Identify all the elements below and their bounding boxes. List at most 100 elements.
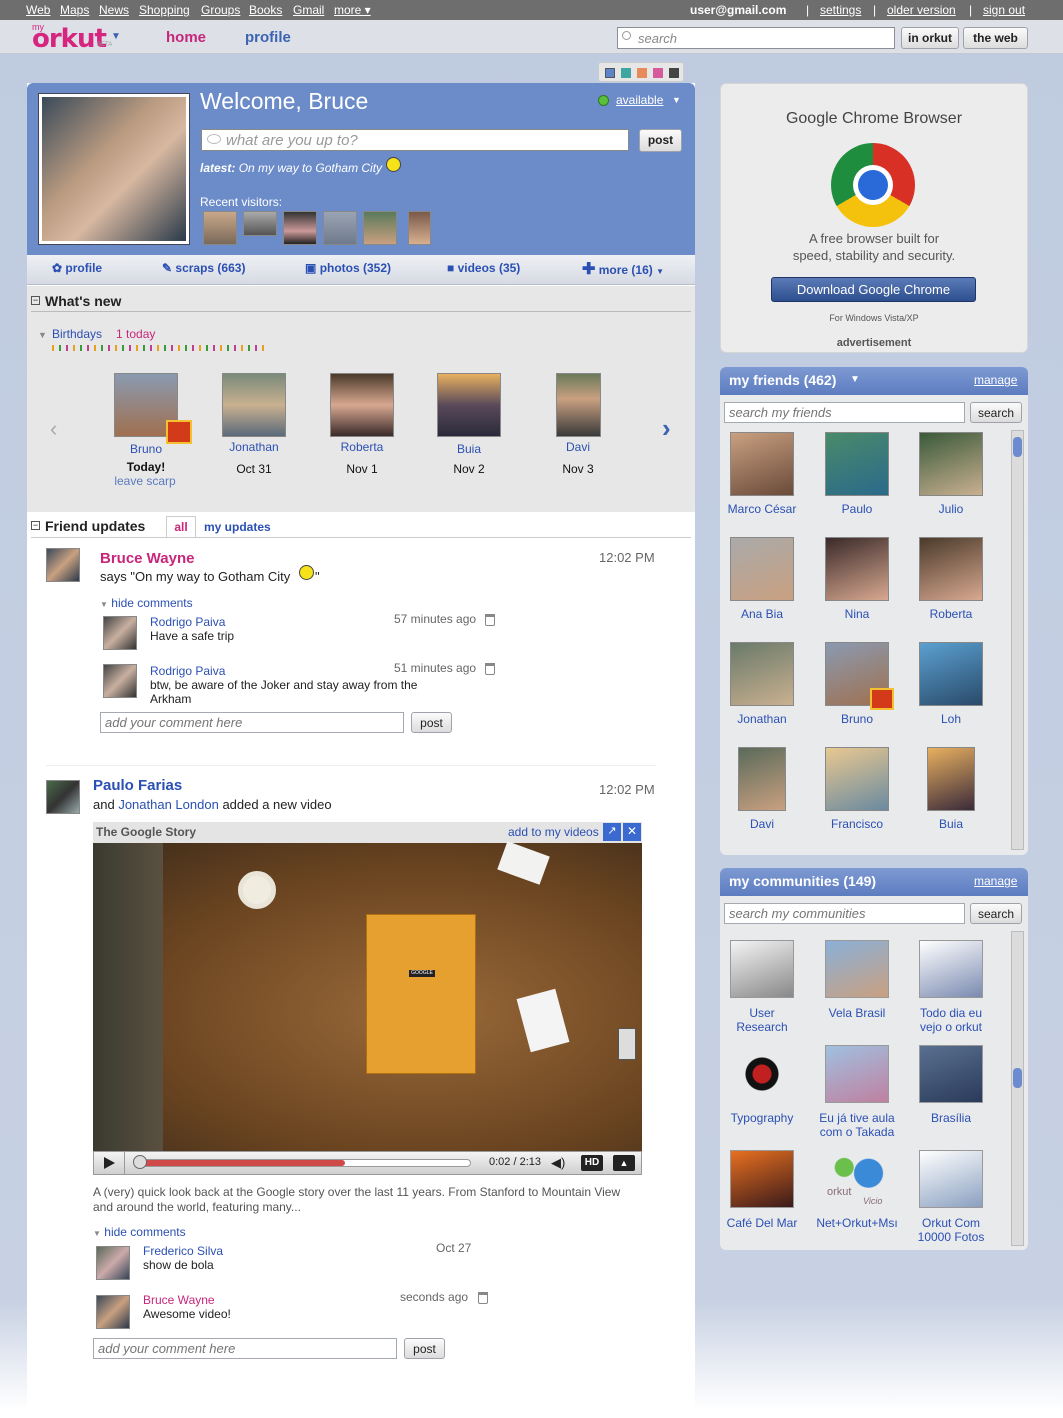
manage-communities-link[interactable]: manage [974, 874, 1017, 888]
logo-menu-icon[interactable]: ▼ [111, 31, 121, 42]
gbar-gmail[interactable]: Gmail [293, 3, 324, 17]
visitor-avatar[interactable] [243, 211, 277, 236]
theme-blue-swatch[interactable] [605, 68, 615, 78]
play-icon[interactable] [104, 1157, 115, 1169]
older-version-link[interactable]: older version [887, 3, 956, 17]
search-communities-input[interactable] [724, 903, 965, 924]
seek-handle[interactable] [133, 1155, 147, 1169]
tab-my-updates[interactable]: my updates [204, 520, 271, 534]
community-photo[interactable] [919, 1045, 983, 1103]
visitor-avatar[interactable] [203, 211, 237, 245]
community-name[interactable]: Research [708, 1020, 816, 1034]
friend-link[interactable]: Jonathan London [118, 797, 218, 812]
gbar-groups[interactable]: Groups [201, 3, 240, 17]
volume-icon[interactable]: ◀) [551, 1155, 565, 1171]
tab-photos[interactable]: ▣ photos (352) [305, 261, 391, 275]
community-name[interactable]: Net+Orkut+Msı [803, 1216, 911, 1230]
friend-name[interactable]: Bruno [807, 712, 907, 726]
carousel-next-icon[interactable]: › [662, 413, 671, 444]
status-dropdown-icon[interactable]: ▼ [672, 95, 681, 105]
tab-videos[interactable]: ■ videos (35) [447, 261, 520, 275]
friend-photo[interactable] [927, 747, 975, 811]
carousel-prev-icon[interactable]: ‹ [50, 416, 57, 442]
visitor-avatar-placeholder[interactable] [323, 211, 357, 245]
friend-photo[interactable] [919, 642, 983, 706]
header-search-box[interactable]: search [617, 27, 895, 49]
birthday-name[interactable]: Bruno [106, 442, 186, 456]
hd-button[interactable]: HD [581, 1155, 603, 1171]
friends-dropdown-icon[interactable]: ▼ [850, 374, 860, 385]
birthday-photo-buia[interactable] [437, 373, 501, 437]
community-name[interactable]: Typography [708, 1111, 816, 1125]
search-in-orkut-button[interactable]: in orkut [901, 27, 959, 49]
birthday-photo-davi[interactable] [556, 373, 601, 437]
video-seek-bar[interactable] [139, 1159, 471, 1167]
update-author[interactable]: Bruce Wayne [100, 550, 194, 567]
avatar[interactable] [96, 1246, 130, 1280]
visitor-avatar[interactable] [408, 211, 431, 245]
friend-name[interactable]: Francisco [807, 817, 907, 831]
community-name[interactable]: vejo o orkut [897, 1020, 1005, 1034]
hide-comments-link[interactable]: ▼ hide comments [93, 1225, 186, 1239]
friend-name[interactable]: Buia [901, 817, 1001, 831]
collapse-icon[interactable]: − [31, 521, 40, 530]
manage-friends-link[interactable]: manage [974, 373, 1017, 387]
download-chrome-button[interactable]: Download Google Chrome [771, 277, 976, 302]
gbar-maps[interactable]: Maps [60, 3, 89, 17]
friend-photo[interactable] [919, 537, 983, 601]
comment-post-button[interactable]: post [404, 1338, 445, 1359]
community-name[interactable]: Orkut Com [897, 1216, 1005, 1230]
comment-author[interactable]: Rodrigo Paiva [150, 664, 225, 678]
birthday-photo-jonathan[interactable] [222, 373, 286, 437]
friend-photo[interactable] [738, 747, 786, 811]
status-input[interactable]: what are you up to? [201, 129, 629, 151]
birthday-name[interactable]: Jonathan [214, 440, 294, 454]
profile-photo[interactable] [38, 93, 190, 245]
comment-input[interactable] [100, 712, 404, 733]
friend-photo[interactable] [825, 537, 889, 601]
comment-author[interactable]: Rodrigo Paiva [150, 615, 225, 629]
leave-scrap-link[interactable]: leave scarp [100, 474, 190, 488]
collapse-icon[interactable]: − [31, 296, 40, 305]
sign-out-link[interactable]: sign out [983, 3, 1025, 17]
trash-icon[interactable] [485, 614, 495, 626]
popout-icon[interactable]: ↗ [603, 823, 621, 841]
community-name[interactable]: Café Del Mar [708, 1216, 816, 1230]
community-photo[interactable]: orkut Vicio [825, 1150, 889, 1208]
avatar[interactable] [103, 616, 137, 650]
status-post-button[interactable]: post [639, 129, 682, 152]
nav-home[interactable]: home [166, 29, 206, 46]
tab-scraps[interactable]: ✎ scraps (663) [162, 261, 245, 275]
video-frame[interactable]: GOOGLE [93, 841, 642, 1151]
community-name[interactable]: com o Takada [803, 1125, 911, 1139]
trash-icon[interactable] [478, 1292, 488, 1304]
gbar-web[interactable]: Web [26, 3, 50, 17]
birthday-photo-roberta[interactable] [330, 373, 394, 437]
friend-photo[interactable] [730, 432, 794, 496]
search-friends-input[interactable] [724, 402, 965, 423]
community-name[interactable]: Eu já tive aula [803, 1111, 911, 1125]
expand-triangle-icon[interactable]: ▼ [38, 330, 47, 340]
friend-name[interactable]: Roberta [901, 607, 1001, 621]
hide-comments-link[interactable]: ▼ hide comments [100, 596, 193, 610]
friend-name[interactable]: Loh [901, 712, 1001, 726]
tab-more[interactable]: ✚ more (16) ▼ [582, 259, 664, 279]
theme-pink-swatch[interactable] [653, 68, 663, 78]
friend-photo[interactable] [730, 642, 794, 706]
communities-title[interactable]: my communities (149) [729, 873, 876, 889]
community-name[interactable]: Todo dia eu [897, 1006, 1005, 1020]
friend-name[interactable]: Ana Bia [712, 607, 812, 621]
search-friends-button[interactable]: search [970, 402, 1022, 423]
scrollbar-thumb[interactable] [1013, 1068, 1022, 1088]
update-author[interactable]: Paulo Farias [93, 777, 182, 794]
friend-name[interactable]: Marco César [712, 502, 812, 516]
search-communities-button[interactable]: search [970, 903, 1022, 924]
community-photo[interactable] [730, 940, 794, 998]
community-photo[interactable] [825, 1045, 889, 1103]
friend-name[interactable]: Paulo [807, 502, 907, 516]
friend-name[interactable]: Jonathan [712, 712, 812, 726]
trash-icon[interactable] [485, 663, 495, 675]
birthday-name[interactable]: Davi [538, 440, 618, 454]
community-name[interactable]: User [708, 1006, 816, 1020]
birthday-name[interactable]: Roberta [322, 440, 402, 454]
